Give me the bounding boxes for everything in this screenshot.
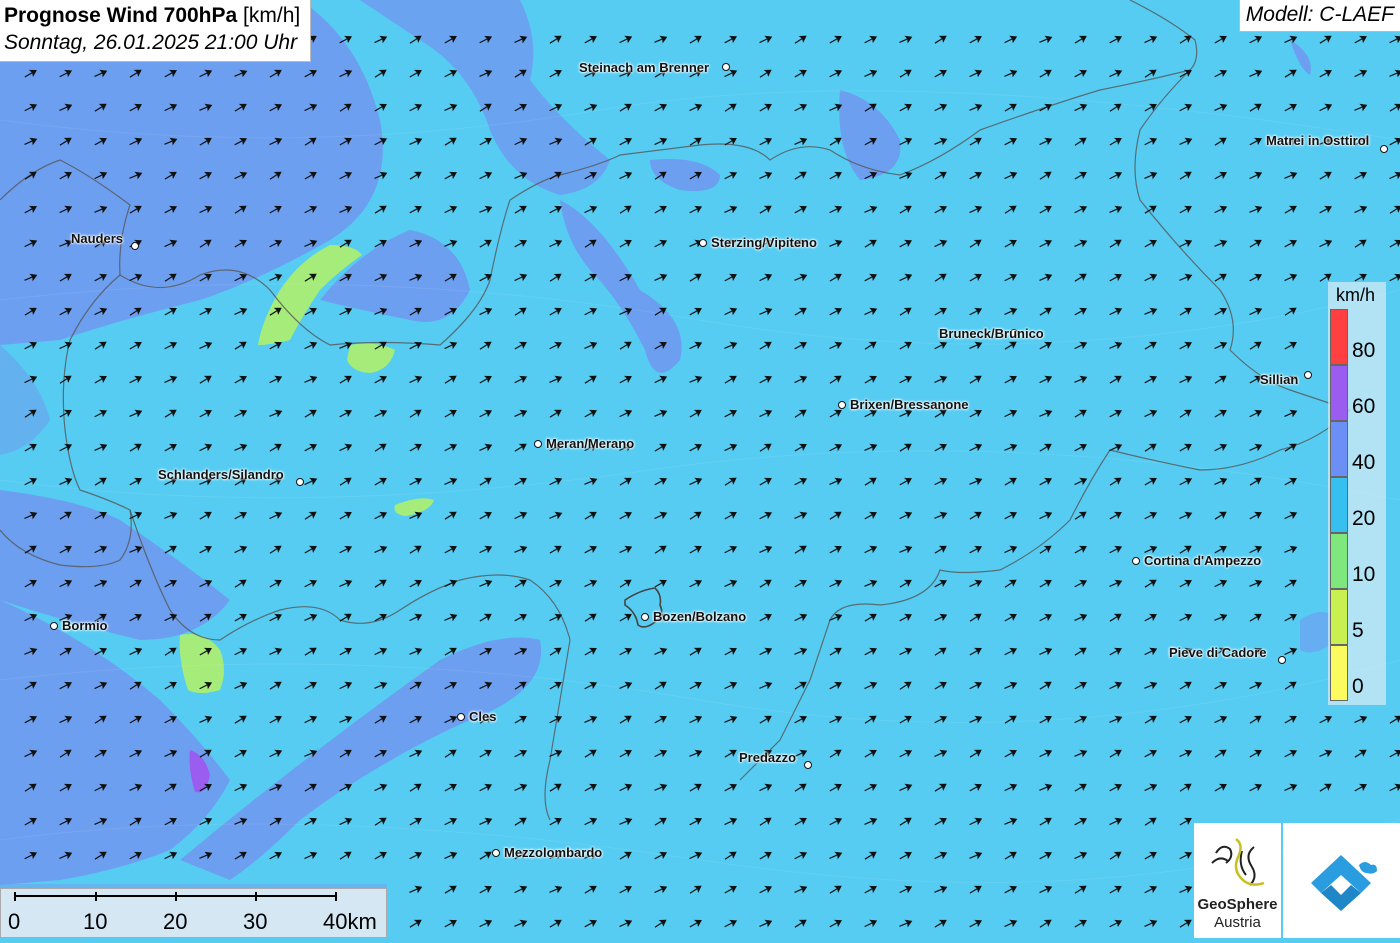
city-label: Predazzo: [739, 750, 797, 765]
city-marker-icon[interactable]: [722, 63, 730, 71]
city-marker-icon[interactable]: [1304, 371, 1312, 379]
city-label: Sillian: [1260, 372, 1299, 387]
geosphere-emblem-icon: [1211, 838, 1265, 886]
city-marker-icon[interactable]: [131, 242, 139, 250]
city-label: Brixen/Bressanone: [850, 397, 969, 412]
color-legend: km/h 80 60 40 20 10 5 0: [1328, 282, 1386, 705]
legend-value: 20: [1352, 507, 1376, 530]
scale-label-10: 10: [83, 909, 108, 934]
city-label: Pieve di Cadore: [1169, 645, 1267, 660]
city-label: Sterzing/Vipiteno: [711, 235, 817, 250]
city-marker-icon[interactable]: [699, 239, 707, 247]
legend-color-swatch: [1330, 365, 1348, 421]
legend-value: 0: [1352, 675, 1364, 698]
city-label: Bozen/Bolzano: [653, 609, 747, 624]
city-marker-icon[interactable]: [641, 613, 649, 621]
legend-color-swatch: [1330, 645, 1348, 701]
city-marker-icon[interactable]: [296, 478, 304, 486]
scale-label-40: 40km: [323, 909, 377, 934]
city-label: Matrei in Osttirol: [1266, 133, 1370, 148]
city-marker-icon[interactable]: [534, 440, 542, 448]
model-label: Modell: C-LAEF: [1238, 0, 1400, 32]
city-label: Schlanders/Silandro: [158, 467, 284, 482]
scale-label-0: 0: [8, 909, 21, 934]
legend-value: 40: [1352, 451, 1376, 474]
map-title: Prognose Wind 700hPa [km/h]: [4, 4, 301, 27]
legend-value: 60: [1352, 395, 1376, 418]
city-label: Nauders: [71, 231, 124, 246]
city-label: Steinach am Brenner: [579, 60, 710, 75]
partner-logo[interactable]: [1283, 823, 1400, 938]
scale-label-20: 20: [163, 909, 188, 934]
legend-value: 5: [1352, 619, 1364, 642]
city-label: Bruneck/Brunico: [939, 326, 1044, 341]
legend-unit: km/h: [1336, 285, 1376, 305]
legend-color-swatch: [1330, 477, 1348, 533]
title-box: Prognose Wind 700hPa [km/h] Sonntag, 26.…: [0, 0, 312, 62]
city-marker-icon[interactable]: [838, 401, 846, 409]
legend-value: 10: [1352, 563, 1376, 586]
city-label: Cortina d'Ampezzo: [1144, 553, 1262, 568]
scale-label-30: 30: [243, 909, 268, 934]
city-marker-icon[interactable]: [457, 713, 465, 721]
legend-color-swatch: [1330, 421, 1348, 477]
city-label: Cles: [469, 709, 497, 724]
city-label: Mezzolombardo: [504, 845, 603, 860]
legend-value: 80: [1352, 339, 1376, 362]
city-label: Meran/Merano: [546, 436, 635, 451]
partner-arrow-icon: [1311, 855, 1377, 911]
city-label: Bormio: [62, 618, 108, 633]
geosphere-logo[interactable]: GeoSphere Austria: [1194, 823, 1281, 938]
city-marker-icon[interactable]: [804, 761, 812, 769]
legend-color-swatch: [1330, 533, 1348, 589]
city-marker-icon[interactable]: [1132, 557, 1140, 565]
scale-bar: 0 10 20 30 40km: [0, 888, 387, 938]
forecast-datetime: Sonntag, 26.01.2025 21:00 Uhr: [4, 31, 298, 54]
geosphere-country: Austria: [1214, 914, 1261, 931]
city-marker-icon[interactable]: [492, 849, 500, 857]
city-marker-icon[interactable]: [50, 622, 58, 630]
legend-color-swatch: [1330, 309, 1348, 365]
city-marker-icon[interactable]: [1380, 145, 1388, 153]
geosphere-name: GeoSphere: [1197, 896, 1278, 913]
city-marker-icon[interactable]: [1278, 656, 1286, 664]
legend-color-swatch: [1330, 589, 1348, 645]
